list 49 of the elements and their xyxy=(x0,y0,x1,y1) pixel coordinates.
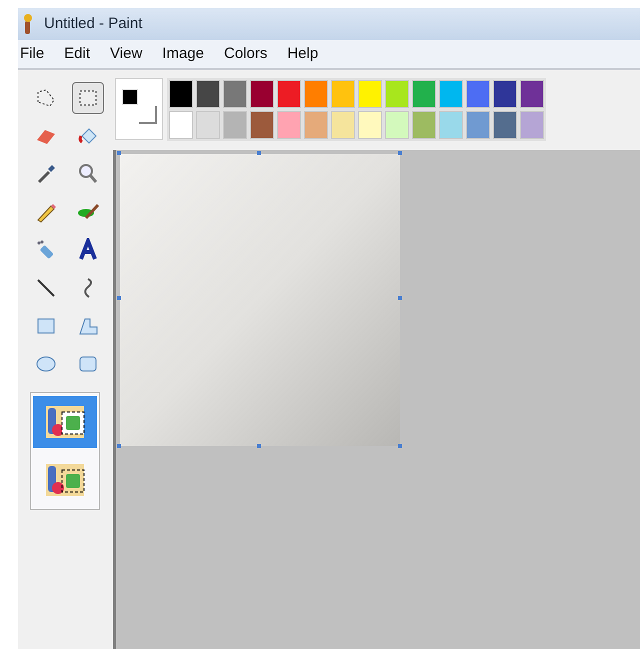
resize-handle[interactable] xyxy=(117,296,121,300)
palette-swatch[interactable] xyxy=(169,80,193,108)
window-title: Untitled - Paint xyxy=(44,14,142,34)
palette-swatch[interactable] xyxy=(412,111,436,139)
tool-button[interactable] xyxy=(72,82,104,114)
foreground-color[interactable] xyxy=(122,89,138,105)
palette-swatch[interactable] xyxy=(439,111,463,139)
resize-handle[interactable] xyxy=(117,444,121,448)
resize-handle[interactable] xyxy=(257,151,261,155)
palette-swatch[interactable] xyxy=(358,111,382,139)
resize-handle[interactable] xyxy=(257,444,261,448)
magnifier-icon xyxy=(76,162,100,186)
menu-item[interactable]: View xyxy=(110,42,142,66)
palette-swatch[interactable] xyxy=(439,80,463,108)
menu-item[interactable]: File xyxy=(20,42,44,66)
palette-swatch[interactable] xyxy=(385,111,409,139)
menu-item[interactable]: Edit xyxy=(64,42,90,66)
resize-handle[interactable] xyxy=(117,151,121,155)
palette-swatch[interactable] xyxy=(358,80,382,108)
palette-swatch[interactable] xyxy=(277,80,301,108)
resize-handle[interactable] xyxy=(398,444,402,448)
resize-handle[interactable] xyxy=(398,296,402,300)
palette-swatch[interactable] xyxy=(304,111,328,139)
palette-swatch[interactable] xyxy=(196,111,220,139)
palette-swatch[interactable] xyxy=(331,111,355,139)
text-tool-icon xyxy=(76,238,100,262)
selection-mode-option[interactable] xyxy=(33,396,97,448)
resize-handle[interactable] xyxy=(398,151,402,155)
palette-swatch[interactable] xyxy=(385,80,409,108)
palette-swatch[interactable] xyxy=(493,80,517,108)
palette-swatch[interactable] xyxy=(493,111,517,139)
menu-item[interactable]: Help xyxy=(287,42,318,66)
palette-swatch[interactable] xyxy=(250,111,274,139)
canvas[interactable] xyxy=(120,154,400,446)
palette-swatch[interactable] xyxy=(466,80,490,108)
menu-item[interactable]: Image xyxy=(162,42,204,66)
menu-item[interactable]: Colors xyxy=(224,42,268,66)
palette-swatch[interactable] xyxy=(277,111,301,139)
palette-swatch[interactable] xyxy=(520,80,544,108)
palette-swatch[interactable] xyxy=(169,111,193,139)
palette-swatch[interactable] xyxy=(331,80,355,108)
palette-swatch[interactable] xyxy=(466,111,490,139)
palette-swatch[interactable] xyxy=(412,80,436,108)
palette-swatch[interactable] xyxy=(223,80,247,108)
palette-swatch[interactable] xyxy=(304,80,328,108)
palette-swatch[interactable] xyxy=(520,111,544,139)
palette-swatch[interactable] xyxy=(223,111,247,139)
palette-swatch[interactable] xyxy=(196,80,220,108)
palette-swatch[interactable] xyxy=(250,80,274,108)
